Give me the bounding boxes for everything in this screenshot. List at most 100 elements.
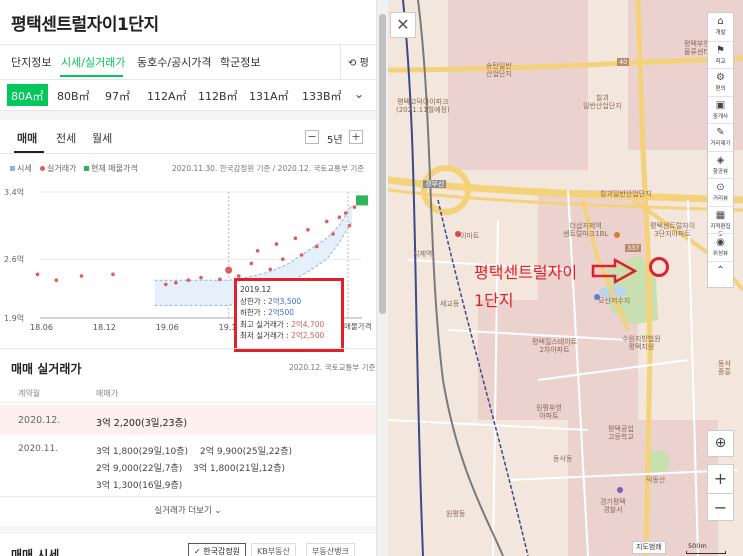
more-trades-button[interactable]: 실거래가 더보기 ⌄ bbox=[0, 504, 376, 516]
trade-point bbox=[331, 232, 335, 236]
map-label: 세교동 bbox=[440, 300, 460, 308]
panel-scrollbar[interactable] bbox=[376, 0, 388, 556]
map-label: 원평동 bbox=[446, 510, 466, 518]
map-tool-aerial[interactable]: ◈ 항공뷰 bbox=[708, 150, 733, 178]
map-label: 칠괴일반산업단지 bbox=[583, 94, 622, 110]
map-label: 평택힐스테이트 2차아파트 bbox=[532, 338, 578, 354]
page-title: 평택센트럴자이1단지 bbox=[11, 15, 159, 35]
map-scale-label: 500m bbox=[688, 542, 707, 550]
legend-item: 실거래가 bbox=[40, 163, 76, 174]
map-tool-label: 편의 bbox=[715, 86, 726, 92]
trade-point bbox=[186, 278, 191, 282]
period-plus-button[interactable]: + bbox=[349, 130, 363, 144]
y-tick-label: 1.9억 bbox=[4, 313, 24, 323]
map-label: 평택공업 고등학교 bbox=[608, 425, 634, 441]
trade-point bbox=[79, 274, 84, 278]
x-tick-label: 18.06 bbox=[30, 323, 53, 332]
deal-type-tabs: 매매 전세 월세 − 5년 + bbox=[0, 120, 376, 154]
route-badge: 337 bbox=[625, 244, 642, 252]
trade-point bbox=[268, 267, 272, 272]
trade-point bbox=[343, 211, 348, 215]
map-tool-school[interactable]: ⚑ 학교 bbox=[708, 40, 733, 68]
zoom-out-button[interactable]: − bbox=[708, 493, 733, 521]
trades-section-title: 매매 실거래가 bbox=[11, 362, 82, 376]
source-kb-button[interactable]: KB부동산 bbox=[251, 543, 296, 556]
trade-point bbox=[54, 278, 59, 282]
trade-point bbox=[174, 280, 178, 285]
source-kab-button[interactable]: ✓ 한국감정원 bbox=[188, 543, 247, 556]
area-option[interactable]: 80A㎡ bbox=[7, 84, 48, 106]
map-label: 평택부영 물류센터 bbox=[684, 40, 710, 56]
area-option[interactable]: 112B㎡ bbox=[198, 88, 238, 104]
table-row[interactable]: 2020.12. 3억 2,200(3일,23층) bbox=[0, 405, 376, 435]
map-label: 원평부영 아파트 bbox=[536, 404, 562, 420]
map-tool-label: 중개사 bbox=[712, 113, 729, 120]
map-label: 더샵지제역 센트럴파크1BL bbox=[563, 222, 609, 238]
map-tool-convenience[interactable]: ⚙ 편의 bbox=[708, 68, 733, 95]
refresh-icon: ⟲ bbox=[348, 58, 357, 69]
tab-sale[interactable]: 매매 bbox=[17, 130, 37, 146]
tab-price[interactable]: 시세/실거래가 bbox=[61, 54, 125, 70]
area-option[interactable]: 133B㎡ bbox=[302, 88, 342, 104]
chevron-down-icon[interactable]: ⌄ bbox=[354, 87, 364, 101]
rail-label: 경부선 bbox=[423, 180, 447, 188]
map-label: 경기평택 경찰서 bbox=[600, 498, 626, 514]
map-toolbar: ⌂ 개발 ⚑ 학교 ⚙ 편의 ▣ 중개사 ✎ 거리재기 ◈ 항공뷰 ⊙ 거리뷰 ▦ 지적편집도 ◉ 위성뷰 ⌃ bbox=[707, 12, 734, 288]
locate-icon: ⊕ bbox=[714, 435, 727, 451]
map-label: 동삭동 bbox=[553, 455, 573, 463]
close-map-button[interactable]: ✕ bbox=[390, 12, 416, 38]
chart-source-note: 2020.11.30. 한국감정원 기준 / 2020.12. 국토교통부 기준 bbox=[172, 164, 365, 173]
tab-complex-info[interactable]: 단지정보 bbox=[11, 54, 51, 70]
listing-marker bbox=[356, 195, 368, 206]
map-tool-agent[interactable]: ▣ 중개사 bbox=[708, 95, 733, 123]
y-tick-label: 2.6억 bbox=[4, 254, 24, 264]
map-label: 평택고덕아이파크 (2021.11월예정) bbox=[396, 98, 450, 114]
legend-item: 현재 매물가격 bbox=[84, 163, 138, 174]
area-option[interactable]: 97㎡ bbox=[105, 88, 130, 104]
trade-point bbox=[306, 228, 310, 232]
zoom-in-button[interactable]: + bbox=[708, 465, 733, 493]
current-listing-label: 매물가격 bbox=[344, 322, 372, 331]
area-option[interactable]: 131A㎡ bbox=[249, 88, 289, 104]
map-tool-label: 거리뷰 bbox=[712, 196, 729, 202]
tab-school[interactable]: 학군정보 bbox=[220, 54, 260, 70]
street-icon: ⊙ bbox=[716, 182, 725, 193]
tab-unit-price[interactable]: 동호수/공시가격 bbox=[137, 54, 212, 70]
tab-monthly[interactable]: 월세 bbox=[92, 130, 112, 146]
active-tab-indicator bbox=[60, 75, 123, 77]
period-minus-button[interactable]: − bbox=[305, 130, 319, 144]
map-tool-street[interactable]: ⊙ 거리뷰 bbox=[708, 178, 733, 205]
unit-toggle-button[interactable]: ⟲ 평 bbox=[348, 54, 369, 69]
trade-point bbox=[255, 249, 260, 253]
trade-point bbox=[35, 272, 40, 277]
map-tool-cadastral[interactable]: ▦ 지적편집도 bbox=[708, 205, 733, 238]
area-option[interactable]: 80B㎡ bbox=[57, 88, 90, 104]
hover-point bbox=[224, 265, 234, 275]
school-icon: ⚑ bbox=[716, 44, 725, 56]
trade-point bbox=[337, 215, 342, 219]
collapse-icon: ⌃ bbox=[716, 264, 725, 276]
tab-jeonse[interactable]: 전세 bbox=[56, 130, 76, 146]
trade-point bbox=[280, 257, 285, 261]
table-row[interactable]: 2020.11. 3억 1,800(29일,10층) 2억 9,900(25일,… bbox=[0, 437, 376, 497]
route-badge: 40 bbox=[617, 58, 630, 66]
trade-point bbox=[352, 205, 357, 209]
map-tool-dev[interactable]: ⌂ 개발 bbox=[708, 13, 733, 40]
convenience-icon: ⚙ bbox=[716, 72, 725, 83]
aerial-icon: ◈ bbox=[716, 154, 725, 166]
complex-annotation-text: 평택센트럴자이 1단지 bbox=[474, 263, 578, 310]
locate-button[interactable]: ⊕ bbox=[707, 430, 734, 457]
area-option[interactable]: 112A㎡ bbox=[147, 88, 187, 104]
map-label: 모산저수지 bbox=[598, 297, 631, 305]
map-tool-satellite[interactable]: ◉ 위성뷰 bbox=[708, 233, 733, 260]
map-tool-ruler[interactable]: ✎ 거리재기 bbox=[708, 123, 733, 150]
map-tool-collapse[interactable]: ⌃ bbox=[708, 260, 733, 288]
map-legend-button[interactable]: 지도범례 bbox=[632, 541, 666, 554]
close-icon: ✕ bbox=[396, 15, 410, 34]
trade-point bbox=[218, 277, 222, 282]
chart-legend: 시세 실거래가 현재 매물가격 2020.11.30. 한국감정원 기준 / 2… bbox=[10, 163, 370, 177]
map-scale-bar bbox=[686, 551, 726, 554]
trade-point bbox=[314, 244, 319, 249]
satellite-icon: ◉ bbox=[716, 237, 725, 248]
source-bank-button[interactable]: 부동산뱅크 bbox=[306, 543, 355, 556]
